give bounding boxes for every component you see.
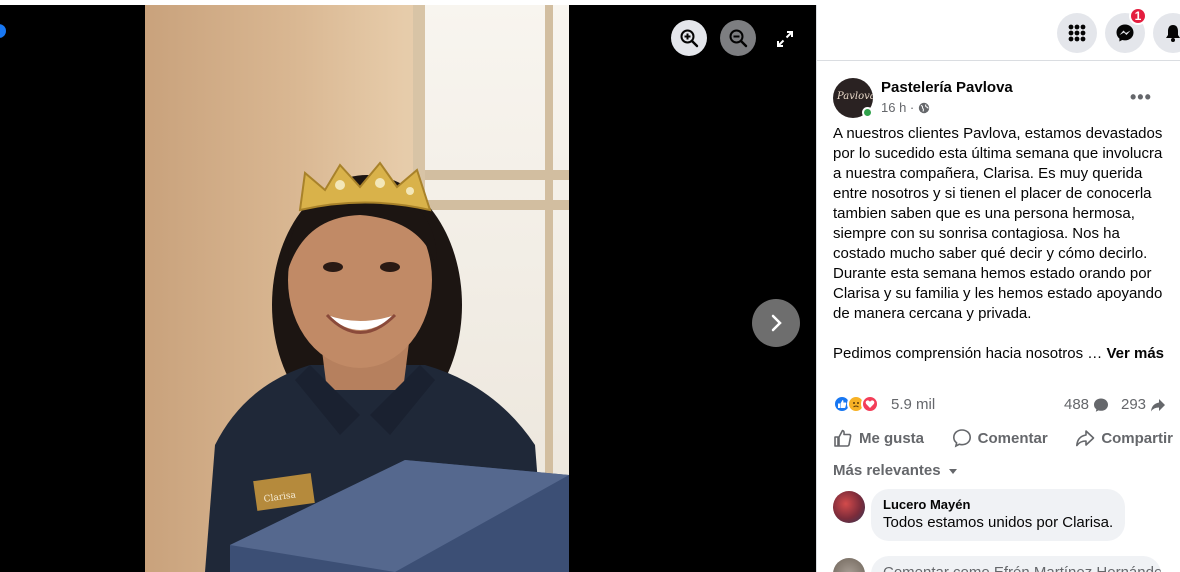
messenger-icon: [1116, 24, 1134, 42]
top-strip: [0, 0, 1180, 5]
comment-bubble-icon: [1094, 398, 1109, 412]
share-button[interactable]: Compartir: [1075, 424, 1173, 452]
share-count[interactable]: 293: [1121, 396, 1166, 413]
comment-text: Todos estamos unidos por Clarisa.: [883, 514, 1114, 531]
post-time[interactable]: 16 h ·: [881, 100, 914, 115]
post-paragraph-1: A nuestros clientes Pavlova, estamos dev…: [833, 125, 1163, 322]
share-count-value: 293: [1121, 396, 1147, 413]
zoom-in-icon: [680, 29, 699, 48]
comment-input[interactable]: Comentar como Efrén Martínez Hernández: [871, 556, 1161, 572]
caret-down-icon: [948, 468, 957, 474]
comment-count-value: 488: [1064, 396, 1090, 413]
fullscreen-icon: [777, 31, 793, 47]
back-button-edge[interactable]: [0, 24, 6, 38]
photo-viewer: Clarisa: [0, 0, 816, 572]
zoom-in-button[interactable]: [671, 20, 707, 56]
grid-menu-icon: [1068, 24, 1086, 42]
online-indicator: [862, 107, 873, 118]
post-meta: 16 h ·: [881, 100, 930, 115]
comment-button[interactable]: Comentar: [952, 424, 1048, 452]
share-label: Compartir: [1101, 429, 1173, 447]
love-reaction-icon: [861, 395, 879, 413]
messenger-badge: 1: [1129, 7, 1147, 25]
post-body: A nuestros clientes Pavlova, estamos dev…: [833, 124, 1169, 384]
see-more-link[interactable]: Ver más: [1106, 345, 1164, 362]
menu-button[interactable]: [1057, 13, 1097, 53]
zoom-out-icon: [729, 29, 748, 48]
page-logo: Pavlova: [837, 91, 873, 102]
comment-author[interactable]: Lucero Mayén: [883, 497, 1113, 513]
share-icon: [1076, 430, 1095, 447]
comment-sort-label: Más relevantes: [833, 462, 941, 479]
notifications-button[interactable]: [1153, 13, 1180, 53]
comment-sort-dropdown[interactable]: Más relevantes: [833, 462, 959, 479]
post-actions: Me gusta Comentar Compartir: [833, 424, 1173, 452]
post-panel: 1 Pavlova Pastelería Pavlova 16 h · ••• …: [816, 0, 1180, 572]
post-more-button[interactable]: •••: [1130, 87, 1152, 108]
comment-label: Comentar: [977, 429, 1048, 447]
comment-count[interactable]: 488: [1064, 396, 1109, 413]
chevron-right-icon: [771, 314, 782, 332]
thumbs-up-icon: [834, 429, 852, 447]
page-name[interactable]: Pastelería Pavlova: [881, 79, 1013, 96]
reaction-count[interactable]: 5.9 mil: [891, 396, 935, 413]
share-arrow-icon: [1151, 398, 1166, 411]
next-photo-button[interactable]: [752, 299, 800, 347]
like-button[interactable]: Me gusta: [833, 424, 924, 452]
fullscreen-button[interactable]: [772, 26, 798, 52]
post-paragraph-2-text: Pedimos comprensión hacia nosotros …: [833, 345, 1103, 362]
photo-person-illustration: Clarisa: [205, 161, 569, 572]
reaction-icons[interactable]: [833, 395, 879, 413]
post-photo[interactable]: Clarisa: [145, 5, 569, 572]
post-stats: 5.9 mil 488 293: [833, 394, 1177, 416]
top-navigation: 1: [817, 5, 1180, 61]
globe-icon: [919, 102, 930, 113]
bell-icon: [1166, 25, 1180, 42]
post-paragraph-2: Pedimos comprensión hacia nosotros … Ver…: [833, 344, 1169, 364]
comment-icon: [952, 429, 971, 448]
comment-bubble: Lucero Mayén Todos estamos unidos por Cl…: [871, 489, 1126, 541]
post-header: Pavlova Pastelería Pavlova 16 h · •••: [833, 78, 1173, 118]
commenter-avatar[interactable]: [833, 491, 865, 523]
zoom-out-button[interactable]: [720, 20, 756, 56]
current-user-avatar[interactable]: [833, 558, 865, 572]
like-label: Me gusta: [859, 429, 925, 447]
